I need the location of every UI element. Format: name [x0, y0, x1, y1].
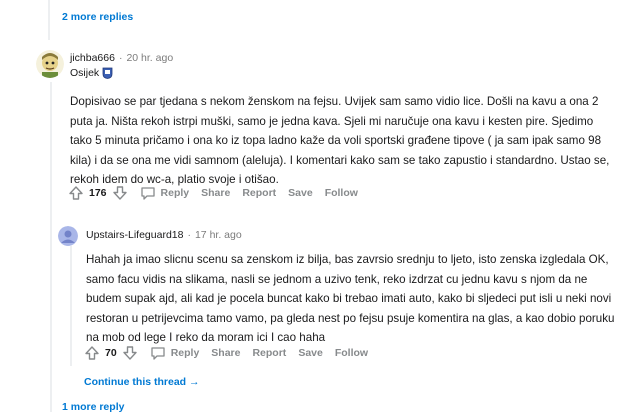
timestamp[interactable]: 20 hr. ago — [126, 52, 173, 64]
comment-actions: 70 Reply Share Report Save Follow — [84, 345, 380, 361]
vote-count: 176 — [89, 187, 107, 199]
reply-button[interactable]: Reply — [150, 345, 200, 361]
downvote-icon — [122, 346, 137, 360]
comment-body: Dopisivao se par tjedana s nekom ženskom… — [70, 95, 610, 187]
share-button[interactable]: Share — [201, 187, 230, 199]
upvote-icon — [69, 186, 83, 200]
downvote-icon — [112, 186, 127, 200]
downvote-button[interactable] — [112, 185, 128, 201]
save-button[interactable]: Save — [298, 347, 323, 359]
avatar[interactable] — [58, 226, 78, 246]
crest-icon — [102, 67, 113, 79]
upvote-button[interactable] — [84, 345, 100, 361]
comment-bubble-icon — [140, 187, 155, 200]
comment-actions: 176 Reply Share Report Save Follow — [68, 185, 370, 201]
continue-thread-label: Continue this thread — [84, 376, 187, 388]
thread-line-root[interactable] — [48, 0, 50, 40]
username[interactable]: Upstairs-Lifeguard18 — [86, 229, 183, 241]
comment-body: Hahah ja imao slicnu scenu sa zenskom iz… — [86, 253, 615, 345]
save-button[interactable]: Save — [288, 187, 313, 199]
arrow-right-icon: → — [189, 376, 200, 388]
meta-separator: · — [187, 229, 191, 241]
more-replies-link[interactable]: 2 more replies — [62, 11, 133, 23]
report-button[interactable]: Report — [252, 347, 286, 359]
username[interactable]: jichba666 — [70, 52, 115, 64]
upvote-button[interactable] — [68, 185, 84, 201]
upvote-icon — [85, 346, 99, 360]
more-replies-link[interactable]: 1 more reply — [62, 401, 124, 413]
reply-label: Reply — [170, 347, 200, 359]
avatar[interactable] — [36, 50, 64, 78]
comment-bubble-icon — [151, 347, 165, 360]
default-avatar-icon — [58, 226, 78, 246]
vote-count: 70 — [105, 347, 117, 359]
timestamp[interactable]: 17 hr. ago — [195, 229, 242, 241]
thread-line-comment1[interactable] — [50, 82, 52, 412]
user-flair: Osijek — [70, 67, 113, 79]
comment-meta: jichba666 · 20 hr. ago — [70, 52, 173, 64]
follow-button[interactable]: Follow — [325, 187, 358, 199]
follow-button[interactable]: Follow — [335, 347, 368, 359]
report-button[interactable]: Report — [242, 187, 276, 199]
downvote-button[interactable] — [122, 345, 138, 361]
meta-separator: · — [118, 52, 123, 64]
reply-label: Reply — [160, 187, 190, 199]
share-button[interactable]: Share — [211, 347, 240, 359]
flair-text: Osijek — [70, 67, 100, 79]
continue-thread-link[interactable]: Continue this thread → — [84, 376, 200, 388]
avatar-character-icon — [36, 50, 64, 78]
comment-meta: Upstairs-Lifeguard18 · 17 hr. ago — [86, 229, 242, 241]
thread-line-comment2[interactable] — [70, 246, 72, 366]
reply-button[interactable]: Reply — [140, 185, 190, 201]
